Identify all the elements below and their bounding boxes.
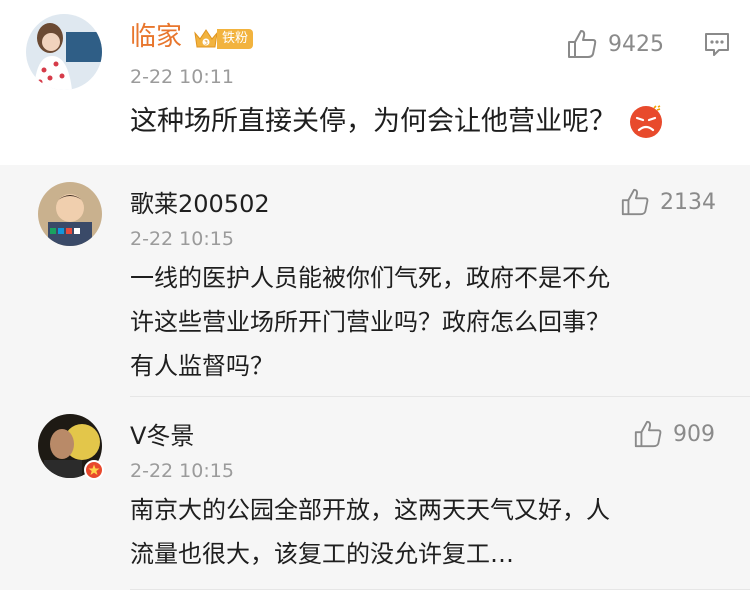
like-button[interactable]: 909 xyxy=(633,419,715,449)
comment-line: 一线的医护人员能被你们气死，政府不是不允 xyxy=(130,264,610,292)
angry-face-icon xyxy=(630,105,662,138)
like-button[interactable]: 2134 xyxy=(620,187,716,217)
thumbs-up-icon xyxy=(568,30,597,58)
avatar[interactable] xyxy=(38,182,102,246)
reply-item: V冬景 2-22 10:15 909 南京大的公园全部开放，这两天天气又好，人 … xyxy=(0,397,750,590)
comment-text: 这种场所直接关停，为何会让他营业呢？ xyxy=(130,103,664,141)
comment-line: 许这些营业场所开门营业吗？政府怎么回事？ xyxy=(130,308,610,336)
comment-time: 2-22 10:15 xyxy=(130,460,234,482)
comment-text-content: 这种场所直接关停，为何会让他营业呢？ xyxy=(130,106,616,137)
crown-icon: 3 xyxy=(194,29,218,48)
comment-time: 2-22 10:15 xyxy=(130,228,234,250)
like-count: 2134 xyxy=(660,189,716,215)
thumbs-up-icon xyxy=(621,188,649,216)
comment-time: 2-22 10:11 xyxy=(130,66,234,88)
verified-badge-icon xyxy=(84,460,104,484)
avatar[interactable] xyxy=(26,14,102,90)
comment-text: 一线的医护人员能被你们气死，政府不是不允 许这些营业场所开门营业吗？政府怎么回事… xyxy=(130,259,740,385)
comment-line: 流量也很大，该复工的没允许复工… xyxy=(130,540,514,568)
like-count: 909 xyxy=(673,421,715,447)
main-comment: 临家 3 铁粉 2-22 10:11 9425 这种场所直接关停，为何会让他营业… xyxy=(0,0,750,165)
like-button[interactable]: 9425 xyxy=(566,28,664,60)
like-count: 9425 xyxy=(608,31,664,57)
thumbs-up-icon xyxy=(634,420,662,448)
username[interactable]: V冬景 xyxy=(130,421,194,451)
reply-item: 歌莱200502 2-22 10:15 2134 一线的医护人员能被你们气死，政… xyxy=(0,165,750,397)
fan-badge[interactable]: 3 铁粉 xyxy=(193,27,254,51)
comment-text: 南京大的公园全部开放，这两天天气又好，人 流量也很大，该复工的没允许复工… xyxy=(130,491,740,573)
comment-line: 南京大的公园全部开放，这两天天气又好，人 xyxy=(130,496,610,524)
fan-badge-label: 铁粉 xyxy=(217,29,254,49)
comment-line: 有人监督吗？ xyxy=(130,352,274,380)
replies-section: 歌莱200502 2-22 10:15 2134 一线的医护人员能被你们气死，政… xyxy=(0,165,750,590)
username[interactable]: 临家 xyxy=(130,22,182,52)
username[interactable]: 歌莱200502 xyxy=(130,189,270,219)
reply-icon[interactable] xyxy=(703,30,731,62)
svg-text:3: 3 xyxy=(204,40,208,47)
